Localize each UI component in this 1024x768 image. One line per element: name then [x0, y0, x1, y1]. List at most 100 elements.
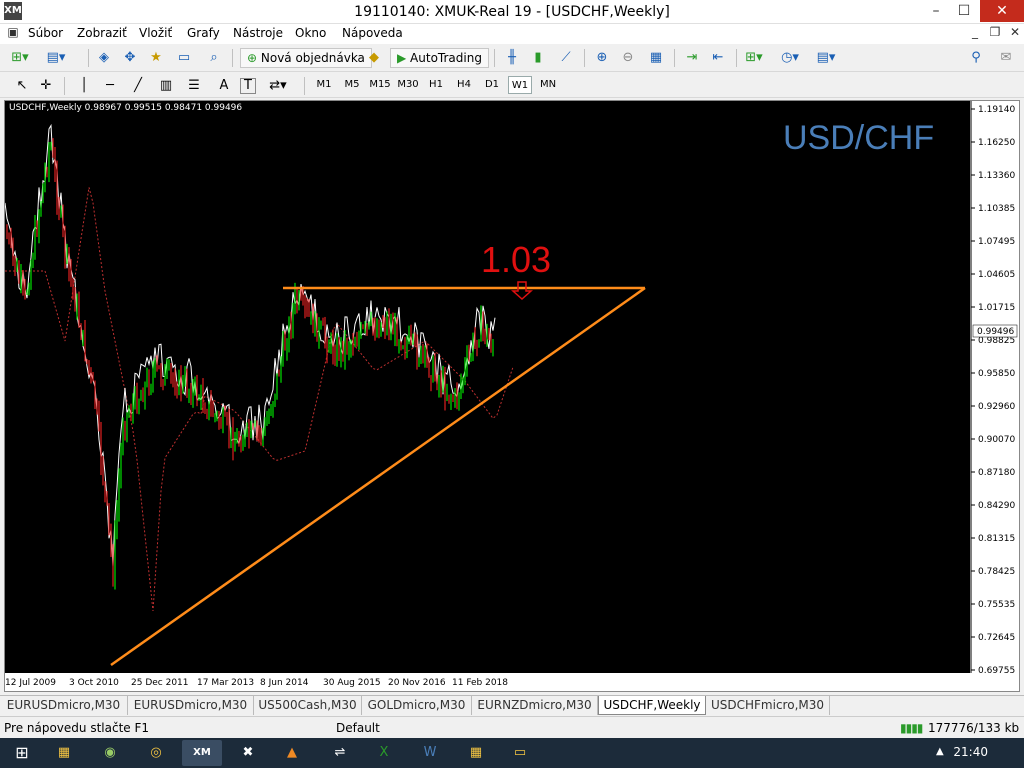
price-axis-label: 0.84290	[978, 501, 1015, 511]
horizontal-line-icon[interactable]: ─	[100, 76, 120, 96]
new-chart-icon[interactable]: ⊞▾	[10, 48, 30, 68]
vlc-taskbar-icon[interactable]: ▲	[272, 740, 312, 766]
terminal-taskbar-icon[interactable]: ✖	[228, 740, 268, 766]
price-axis-label: 1.04605	[978, 270, 1015, 280]
timeframe-h4[interactable]: H4	[452, 76, 476, 94]
mdi-restore-button[interactable]: ❐	[986, 25, 1004, 39]
price-annotation: 1.03	[481, 239, 552, 280]
auto-scroll-icon[interactable]: ⇥	[682, 48, 702, 68]
zoom-in-icon[interactable]: ⊕	[592, 48, 612, 68]
profiles-icon[interactable]: ▤▾	[46, 48, 66, 68]
equidistant-channel-icon[interactable]: ▥	[156, 76, 176, 96]
excel-taskbar-icon[interactable]: X	[364, 740, 404, 766]
price-axis-label: 0.78425	[978, 567, 1015, 577]
crosshair-icon[interactable]: ✛	[36, 76, 56, 96]
tile-windows-icon[interactable]: ▦	[646, 48, 666, 68]
new-order-icon: ⊕	[247, 51, 261, 65]
templates-icon[interactable]: ▤▾	[816, 48, 836, 68]
data-window-icon[interactable]: ✥	[120, 48, 140, 68]
mdi-minimize-button[interactable]: _	[966, 25, 984, 39]
current-price-label: 0.99496	[977, 327, 1014, 337]
menu-file[interactable]: Súbor	[28, 26, 63, 40]
price-axis-label: 0.75535	[978, 600, 1015, 610]
menu-insert[interactable]: Vložiť	[139, 26, 172, 40]
navigator-icon[interactable]: ★	[146, 48, 166, 68]
tab-us500cash-m30[interactable]: US500Cash,M30	[254, 696, 362, 715]
candlestick-icon[interactable]: ▮	[528, 48, 548, 68]
tab-usdchf-weekly[interactable]: USDCHF,Weekly	[598, 696, 706, 715]
folder-taskbar-icon[interactable]: ▭	[500, 740, 540, 766]
price-axis-label: 0.81315	[978, 534, 1015, 544]
tab-eurusdmicro-m30-2[interactable]: EURUSDmicro,M30	[128, 696, 254, 715]
chat-icon[interactable]: ✉	[996, 48, 1016, 68]
menu-help[interactable]: Nápoveda	[342, 26, 403, 40]
connection-bars-icon: ▮▮▮▮	[900, 721, 923, 735]
chart-canvas[interactable]: 1.19140 1.16250 1.13360 1.10385 1.07495 1.046…	[5, 101, 1019, 691]
arrows-icon[interactable]: ⇄▾	[268, 76, 288, 96]
strategy-tester-icon[interactable]: ⌕	[204, 48, 224, 68]
maximize-button[interactable]: ☐	[950, 0, 978, 22]
mdi-close-button[interactable]: ✕	[1006, 25, 1024, 39]
line-chart-icon[interactable]: ⟋	[556, 48, 576, 68]
explorer-taskbar-icon[interactable]: ▦	[44, 740, 84, 766]
tab-usdchfmicro-m30[interactable]: USDCHFmicro,M30	[706, 696, 830, 715]
price-axis-label: 0.72645	[978, 633, 1015, 643]
word-taskbar-icon[interactable]: W	[410, 740, 450, 766]
menu-tools[interactable]: Nástroje	[233, 26, 283, 40]
minimize-button[interactable]: –	[922, 0, 950, 22]
timeframe-h1[interactable]: H1	[424, 76, 448, 94]
date-axis-label: 17 Mar 2013	[197, 678, 254, 688]
text-tool[interactable]: A	[214, 76, 234, 96]
start-icon[interactable]: ⊞	[2, 740, 42, 766]
indicators-icon[interactable]: ⊞▾	[744, 48, 764, 68]
trendline-icon[interactable]: ╱	[128, 76, 148, 96]
fibonacci-icon[interactable]: ☰	[184, 76, 204, 96]
tab-eurusdmicro-m30-1[interactable]: EURUSDmicro,M30	[0, 696, 128, 715]
sell-arrow-icon[interactable]	[511, 281, 533, 301]
market-watch-icon[interactable]: ◈	[94, 48, 114, 68]
taskbar-clock: 21:40	[953, 745, 988, 759]
price-axis-label: 0.95850	[978, 369, 1015, 379]
zoom-out-icon[interactable]: ⊖	[618, 48, 638, 68]
close-button[interactable]: ✕	[980, 0, 1024, 22]
date-axis-label: 11 Feb 2018	[452, 678, 508, 688]
timeframe-m30[interactable]: M30	[396, 76, 420, 94]
date-axis-label: 3 Oct 2010	[69, 678, 119, 688]
profile-name: Default	[336, 721, 380, 735]
price-axis-label: 0.69755	[978, 666, 1015, 676]
window-title: 19110140: XMUK-Real 19 - [USDCHF,Weekly]	[354, 4, 670, 20]
metaeditor-icon[interactable]: ◆	[364, 48, 384, 68]
chrome-taskbar-icon[interactable]: ◎	[136, 740, 176, 766]
menu-view[interactable]: Zobraziť	[77, 26, 127, 40]
chart-window-icon[interactable]: ▣	[4, 25, 22, 39]
menu-charts[interactable]: Grafy	[187, 26, 220, 40]
autotrading-button[interactable]: ▶ AutoTrading	[390, 48, 489, 68]
tab-goldmicro-m30[interactable]: GOLDmicro,M30	[362, 696, 472, 715]
timeframe-m1[interactable]: M1	[312, 76, 336, 94]
tab-eurnzdmicro-m30[interactable]: EURNZDmicro,M30	[472, 696, 598, 715]
timeframe-w1[interactable]: W1	[508, 76, 532, 94]
xm-terminal-taskbar-icon[interactable]: XM	[182, 740, 222, 766]
date-axis-label: 12 Jul 2009	[5, 678, 56, 688]
support-trendline[interactable]	[110, 286, 646, 667]
chart-shift-icon[interactable]: ⇤	[708, 48, 728, 68]
new-order-button[interactable]: ⊕ Nová objednávka	[240, 48, 372, 68]
menu-window[interactable]: Okno	[295, 26, 326, 40]
remote-taskbar-icon[interactable]: ⇌	[320, 740, 360, 766]
timeframe-mn[interactable]: MN	[536, 76, 560, 94]
price-chart[interactable]: 1.19140 1.16250 1.13360 1.10385 1.07495 1.046…	[4, 100, 1020, 692]
periods-icon[interactable]: ◷▾	[780, 48, 800, 68]
vertical-line-icon[interactable]: │	[74, 76, 94, 96]
text-label-tool[interactable]: T	[240, 78, 256, 94]
date-axis-label: 25 Dec 2011	[131, 678, 189, 688]
cursor-icon[interactable]: ↖	[12, 76, 32, 96]
timeframe-d1[interactable]: D1	[480, 76, 504, 94]
timeframe-m5[interactable]: M5	[340, 76, 364, 94]
search-icon[interactable]: ⚲	[966, 48, 986, 68]
globe-taskbar-icon[interactable]: ◉	[90, 740, 130, 766]
timeframe-m15[interactable]: M15	[368, 76, 392, 94]
tray-arrow-icon[interactable]: ▲	[936, 746, 944, 757]
app-taskbar-icon[interactable]: ▦	[456, 740, 496, 766]
bar-chart-icon[interactable]: ╫	[502, 48, 522, 68]
terminal-icon[interactable]: ▭	[174, 48, 194, 68]
